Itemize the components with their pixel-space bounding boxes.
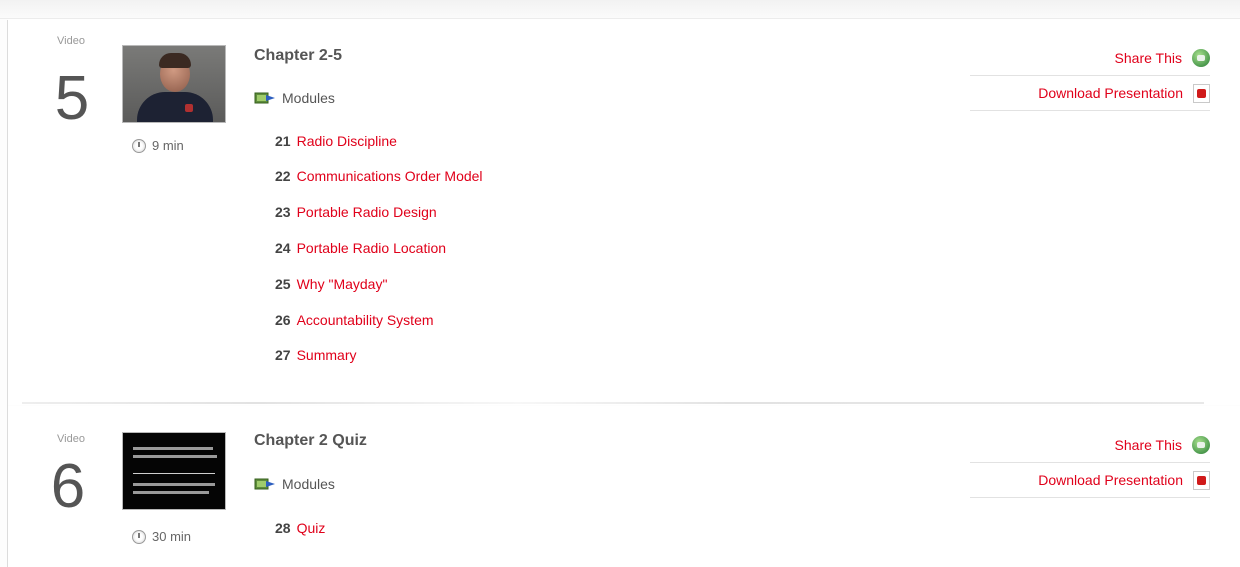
video-thumbnail[interactable]	[122, 45, 226, 123]
module-number: 26	[275, 312, 291, 328]
modules-icon	[254, 478, 275, 490]
module-number: 27	[275, 347, 291, 363]
download-label: Download Presentation	[1038, 472, 1183, 488]
module-link[interactable]: Quiz	[297, 520, 326, 536]
thumbnail-text-line	[133, 483, 215, 486]
module-item: 26 Accountability System	[275, 312, 434, 328]
module-link[interactable]: Summary	[297, 347, 357, 363]
share-label: Share This	[1114, 50, 1182, 66]
modules-label: Modules	[282, 476, 335, 492]
duration-text: 30 min	[152, 529, 192, 544]
module-link[interactable]: Accountability System	[297, 312, 434, 328]
top-shade	[0, 0, 1240, 19]
video-actions: Share This Download Presentation	[970, 428, 1210, 498]
module-number: 28	[275, 520, 291, 536]
download-presentation-button[interactable]: Download Presentation	[970, 76, 1210, 111]
module-number: 23	[275, 204, 291, 220]
share-this-button[interactable]: Share This	[970, 428, 1210, 463]
clock-icon	[132, 529, 146, 544]
video-actions: Share This Download Presentation	[970, 41, 1210, 111]
pdf-icon	[1193, 470, 1210, 490]
module-link[interactable]: Portable Radio Design	[297, 204, 437, 220]
modules-label: Modules	[282, 90, 335, 106]
modules-header: Modules	[254, 90, 335, 106]
video-thumbnail[interactable]	[122, 432, 226, 510]
video-label: Video	[57, 433, 85, 445]
share-icon	[1192, 436, 1210, 454]
video-label: Video	[57, 35, 85, 47]
thumbnail-rule	[133, 473, 215, 474]
download-label: Download Presentation	[1038, 85, 1183, 101]
module-item: 25 Why "Mayday"	[275, 276, 387, 292]
video-duration: 9 min	[132, 138, 184, 153]
chapter-title: Chapter 2-5	[254, 47, 343, 64]
pdf-icon	[1193, 83, 1210, 103]
video-duration: 30 min	[132, 529, 191, 544]
section-divider	[22, 402, 1204, 404]
clock-icon	[132, 138, 146, 153]
thumbnail-text-line	[133, 447, 213, 450]
module-number: 22	[275, 168, 291, 184]
download-presentation-button[interactable]: Download Presentation	[970, 463, 1210, 498]
module-link[interactable]: Radio Discipline	[297, 133, 397, 149]
thumbnail-text-line	[133, 491, 209, 494]
module-link[interactable]: Portable Radio Location	[297, 240, 446, 256]
presenter-body	[137, 92, 213, 122]
module-item: 22 Communications Order Model	[275, 168, 483, 184]
share-icon	[1192, 49, 1210, 67]
module-number: 24	[275, 240, 291, 256]
duration-text: 9 min	[152, 138, 184, 153]
thumbnail-text-line	[133, 455, 217, 458]
module-item: 23 Portable Radio Design	[275, 204, 437, 220]
modules-header: Modules	[254, 476, 335, 492]
module-link[interactable]: Communications Order Model	[297, 168, 483, 184]
module-item: 24 Portable Radio Location	[275, 240, 446, 256]
share-label: Share This	[1114, 437, 1182, 453]
modules-icon	[254, 92, 275, 104]
video-number: 6	[50, 452, 86, 521]
module-number: 25	[275, 276, 291, 292]
presenter-hair	[159, 53, 191, 68]
video-number: 5	[54, 64, 90, 133]
module-number: 21	[275, 133, 291, 149]
module-item: 27 Summary	[275, 347, 356, 363]
module-item: 28 Quiz	[275, 520, 325, 536]
share-this-button[interactable]: Share This	[970, 41, 1210, 76]
chapter-title: Chapter 2 Quiz	[254, 432, 367, 449]
uniform-patch	[185, 104, 193, 112]
module-item: 21 Radio Discipline	[275, 133, 397, 149]
module-link[interactable]: Why "Mayday"	[297, 276, 388, 292]
